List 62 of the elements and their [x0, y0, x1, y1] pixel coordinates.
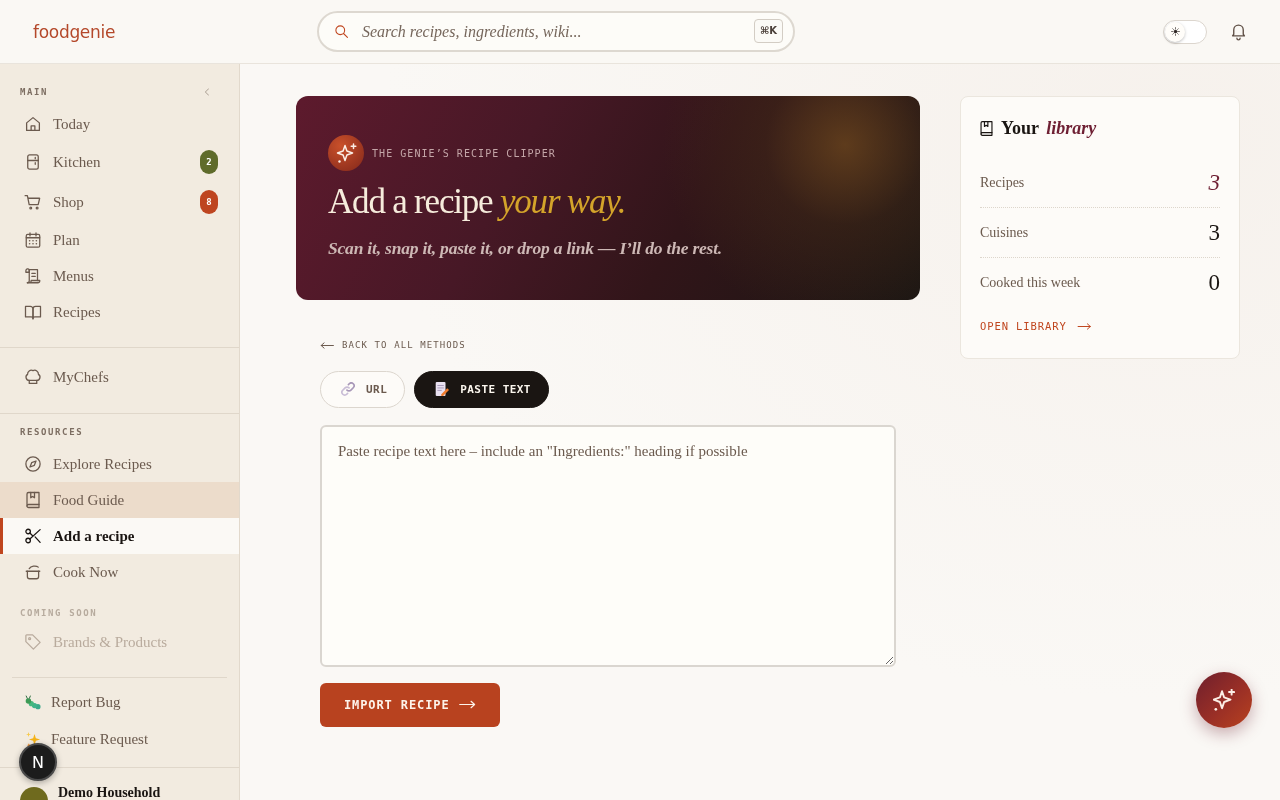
stat-label: Recipes	[980, 174, 1025, 191]
section-label: MAIN	[20, 86, 49, 99]
shortcut-hint: ⌘K	[753, 19, 783, 43]
eyebrow-text: THE GENIE’S RECIPE CLIPPER	[372, 147, 556, 159]
sidebar-nav-item[interactable]: Cook Now	[0, 554, 239, 590]
scissors-icon	[24, 527, 42, 545]
book-icon	[24, 491, 42, 509]
count-badge: 2	[200, 150, 218, 174]
hero-title: Add a recipe your way.	[328, 182, 627, 222]
count-badge: 8	[200, 190, 218, 214]
stat-label: Cuisines	[980, 224, 1029, 241]
sidebar-link[interactable]: Report Bug	[0, 686, 239, 718]
calendar-icon	[24, 231, 42, 249]
arrow-left-icon	[320, 341, 334, 349]
method-tab[interactable]: PASTE TEXT	[414, 370, 549, 408]
compass-icon	[24, 455, 42, 473]
sidebar-nav-item[interactable]: Add a recipe	[0, 518, 239, 554]
sidebar-nav-item[interactable]: Explore Recipes	[0, 446, 239, 482]
caterpillar-icon	[25, 694, 41, 710]
stat-label: Cooked this week	[980, 274, 1081, 291]
sidebar-nav-item[interactable]: Plan	[0, 222, 239, 258]
sidebar-nav-item[interactable]: Food Guide	[0, 482, 239, 518]
stat-value: 3	[1208, 169, 1220, 196]
hero-subtitle: Scan it, snap it, paste it, or drop a link — I’ll do the rest.	[328, 237, 724, 259]
household-name: Demo Household	[58, 785, 161, 800]
tag-icon	[24, 633, 42, 651]
pot-icon	[24, 563, 42, 581]
arrow-right-icon	[458, 700, 476, 709]
sidebar-nav-item[interactable]: Menus	[0, 258, 239, 294]
library-title: Your library	[1001, 117, 1097, 139]
sidebar-nav-item[interactable]: Shop 8	[0, 182, 239, 222]
sidebar-nav-item[interactable]: MyChefs	[0, 359, 239, 395]
sidebar-nav-item[interactable]: Recipes	[0, 294, 239, 330]
section-label: COMING SOON	[20, 607, 98, 620]
stat-value: 3	[1208, 219, 1220, 246]
sidebar-nav-item[interactable]: Today	[0, 106, 239, 142]
open-book-icon	[24, 303, 42, 321]
stat-value: 0	[1208, 269, 1220, 296]
sidebar-nav-item[interactable]: Kitchen 2	[0, 142, 239, 182]
back-link[interactable]: BACK TO ALL METHODS	[320, 338, 466, 352]
book-icon	[980, 120, 993, 136]
fridge-icon	[24, 153, 42, 171]
arrow-right-icon	[1076, 322, 1092, 330]
home-icon	[24, 115, 42, 133]
link-icon	[341, 382, 355, 396]
cart-icon	[24, 193, 42, 211]
scroll-icon	[24, 267, 42, 285]
method-tab[interactable]: URL	[320, 370, 406, 408]
search-icon	[334, 24, 349, 39]
sparkle-icon	[1213, 689, 1235, 711]
section-label: RESOURCES	[20, 426, 84, 439]
bell-icon[interactable]	[1229, 21, 1248, 42]
sparkle-icon	[328, 135, 364, 171]
open-library-link[interactable]: OPEN LIBRARY	[980, 319, 1092, 333]
recipe-text-field[interactable]: Paste recipe text here – include an "Ingredients:" heading if possible	[320, 424, 896, 667]
theme-toggle[interactable]	[1163, 19, 1207, 44]
sun-icon	[1170, 27, 1180, 36]
import-recipe-button[interactable]: IMPORT RECIPE	[320, 682, 500, 727]
chef-hat-icon	[24, 368, 42, 386]
logo[interactable]: foodgenie	[33, 21, 116, 42]
sparkles-icon	[25, 731, 41, 747]
memo-icon	[435, 382, 450, 396]
